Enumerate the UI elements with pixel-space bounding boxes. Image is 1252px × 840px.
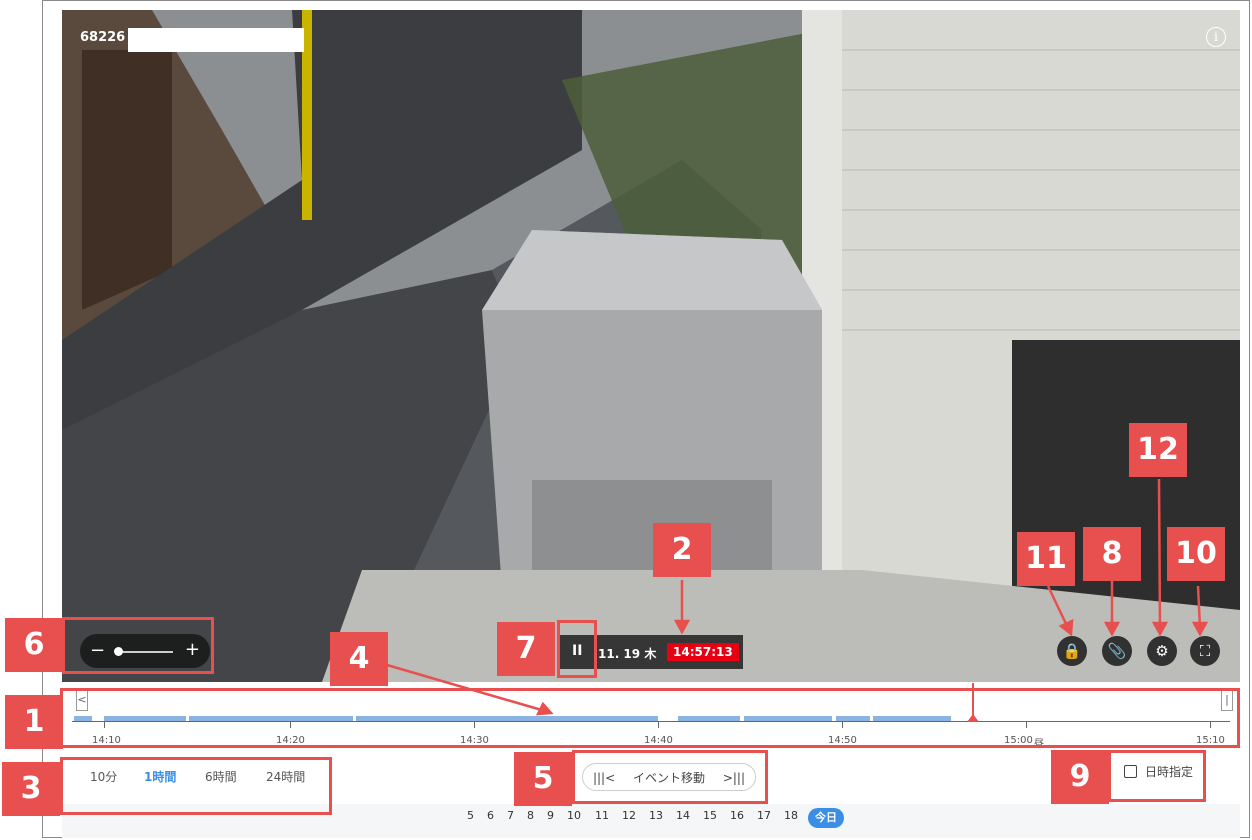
day-item[interactable]: 17 [757,809,771,822]
gear-icon[interactable]: ⚙ [1147,636,1177,666]
day-item[interactable]: 8 [527,809,534,822]
day-item[interactable]: 9 [547,809,554,822]
highlight-scale [60,757,332,815]
annotation-badge-10: 10 [1167,527,1225,581]
annotation-badge-12: 12 [1129,423,1187,477]
day-item[interactable]: 13 [649,809,663,822]
playback-date: 11. 19 木 [598,647,657,661]
day-item[interactable]: 18 [784,809,798,822]
annotation-badge-1: 1 [5,695,63,749]
annotation-badge-11: 11 [1017,532,1075,586]
playback-time: 14:57:13 [667,643,739,661]
day-item[interactable]: 14 [676,809,690,822]
day-item[interactable]: 15 [703,809,717,822]
annotation-badge-2: 2 [653,523,711,577]
day-item[interactable]: 10 [567,809,581,822]
day-item[interactable]: 11 [595,809,609,822]
annotation-badge-9: 9 [1051,750,1109,804]
highlight-timeline [60,688,1240,748]
lock-icon[interactable]: 🔒 [1057,636,1087,666]
annotation-badge-4: 4 [330,632,388,686]
day-item[interactable]: 5 [467,809,474,822]
annotation-badge-8: 8 [1083,527,1141,581]
camera-id: 68226 [80,30,126,45]
day-item[interactable]: 12 [622,809,636,822]
highlight-zoom [62,617,214,674]
day-item[interactable]: 16 [730,809,744,822]
annotation-badge-7: 7 [497,622,555,676]
highlight-pause [557,620,597,678]
today-button[interactable]: 今日 [808,808,844,828]
highlight-datetime [1108,750,1206,802]
camera-name-redaction [128,28,304,52]
paperclip-icon[interactable]: 📎 [1102,636,1132,666]
day-item[interactable]: 6 [487,809,494,822]
annotation-badge-3: 3 [2,762,60,816]
info-icon[interactable]: i [1206,27,1226,47]
annotation-badge-5: 5 [514,752,572,806]
highlight-event-nav [572,750,768,804]
annotation-badge-6: 6 [5,618,63,672]
fullscreen-icon[interactable]: ⛶ [1190,636,1220,666]
day-item[interactable]: 7 [507,809,514,822]
